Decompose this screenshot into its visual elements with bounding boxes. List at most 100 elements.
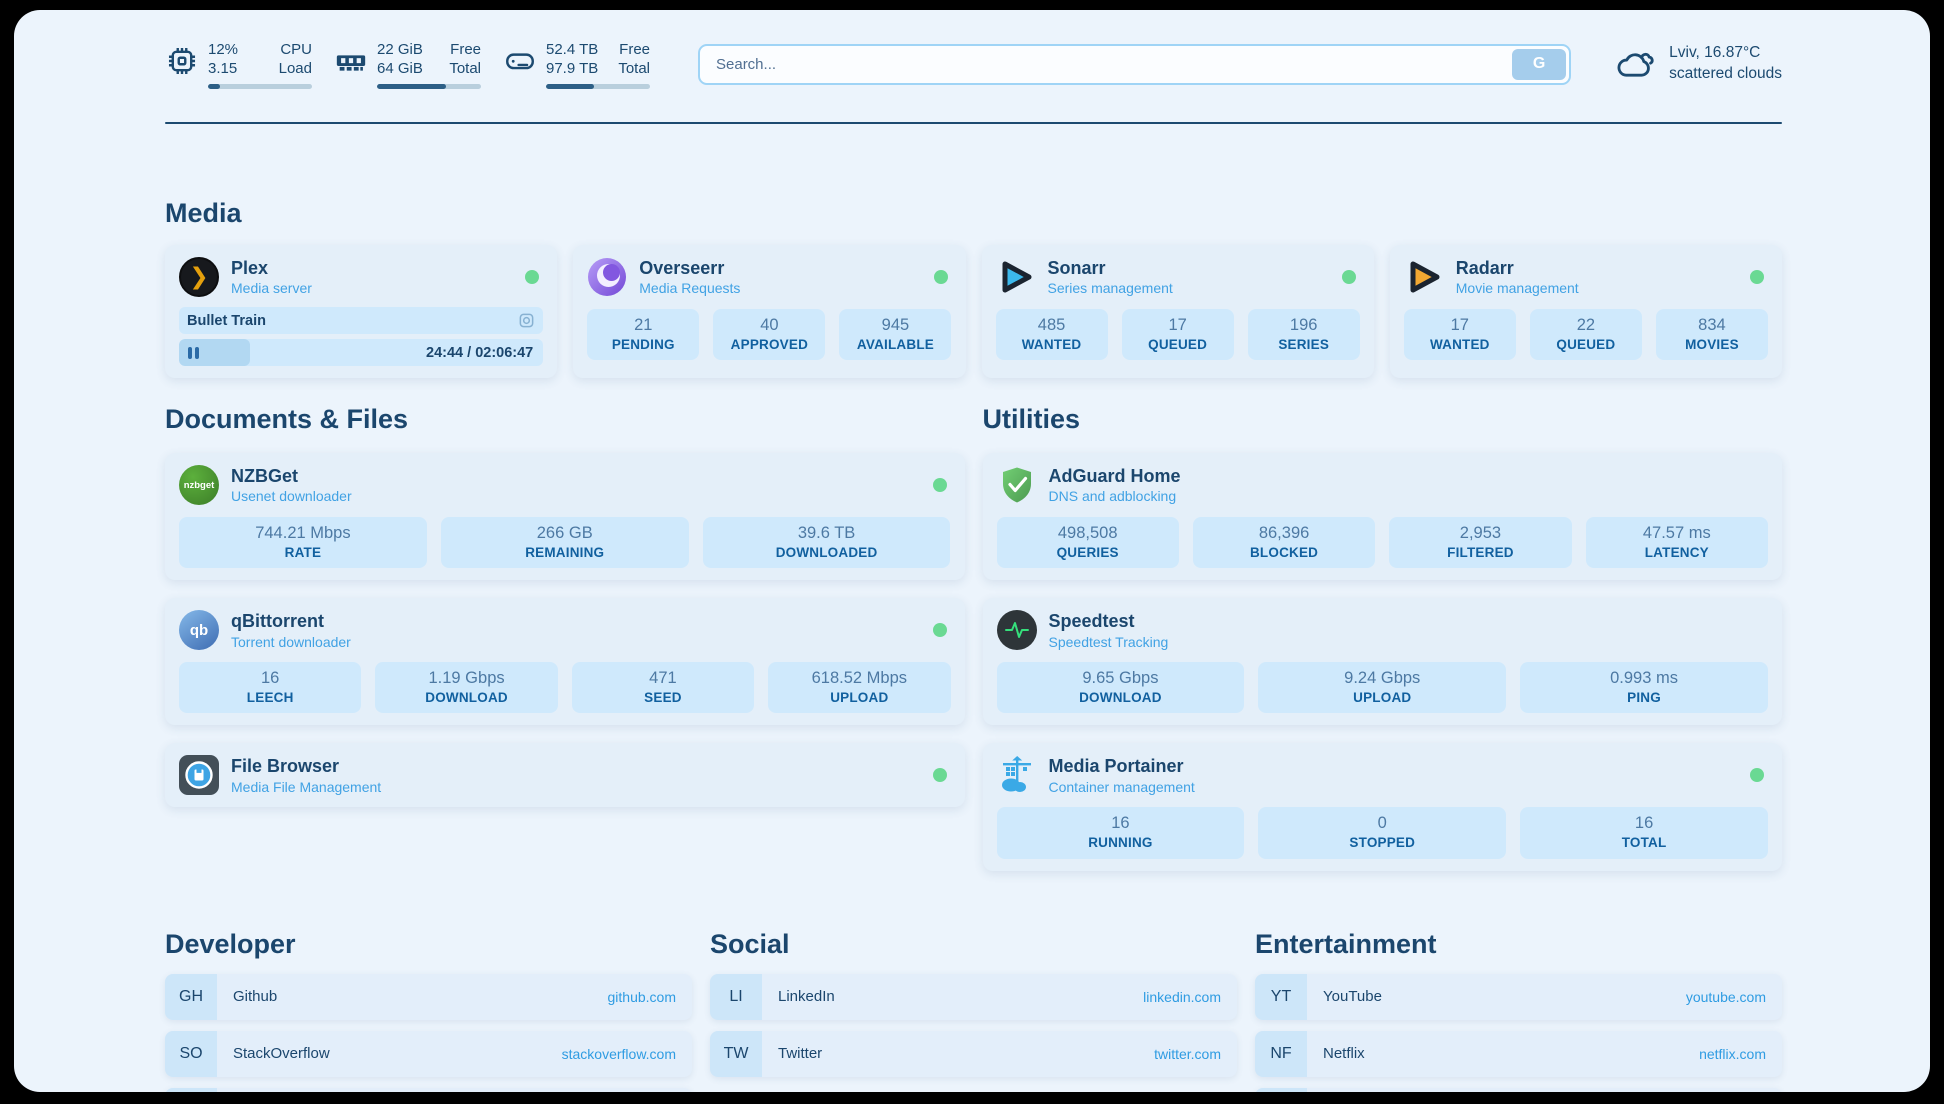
ram-label-2: Total <box>449 59 481 79</box>
app-subtitle: Container management <box>1049 779 1195 795</box>
bookmark-badge: GH <box>165 974 217 1020</box>
cpu-icon <box>165 44 199 78</box>
app-subtitle: Media File Management <box>231 779 381 795</box>
app-subtitle: Media Requests <box>639 280 740 296</box>
bookmark-linkedin[interactable]: LI LinkedIn linkedin.com <box>710 974 1237 1020</box>
status-online-dot <box>1750 270 1764 284</box>
bookmark-url: netflix.com <box>1699 1031 1766 1077</box>
app-card-radarr[interactable]: Radarr Movie management 17WANTED 22QUEUE… <box>1390 245 1782 378</box>
bookmark-url: github.com <box>608 974 676 1020</box>
plex-logo-icon: ❯ <box>179 257 219 297</box>
stat-downloaded: 39.6 TBDOWNLOADED <box>703 517 951 568</box>
app-card-portainer[interactable]: Media Portainer Container management 16R… <box>983 743 1783 870</box>
stat-leech: 16LEECH <box>179 662 361 713</box>
portainer-logo-icon <box>997 755 1037 795</box>
bookmark-name: YouTube <box>1323 974 1382 1020</box>
stat-remaining: 266 GBREMAINING <box>441 517 689 568</box>
stat-rate: 744.21 MbpsRATE <box>179 517 427 568</box>
app-card-qbittorrent[interactable]: qb qBittorrent Torrent downloader 16LEEC… <box>165 598 965 725</box>
stat-pending: 21PENDING <box>587 309 699 360</box>
stat-filtered: 2,953FILTERED <box>1389 517 1571 568</box>
disk-label-2: Total <box>618 59 650 79</box>
app-card-sonarr[interactable]: Sonarr Series management 485WANTED 17QUE… <box>982 245 1374 378</box>
disk-stat: 52.4 TB 97.9 TB Free Total <box>503 40 650 89</box>
app-name: NZBGet <box>231 466 352 487</box>
stat-approved: 40APPROVED <box>713 309 825 360</box>
app-name: Plex <box>231 258 312 279</box>
playback-time: 24:44 / 02:06:47 <box>426 345 533 361</box>
bookmark-dev[interactable]: DT DEV dev.to <box>165 1088 692 1092</box>
app-subtitle: Torrent downloader <box>231 634 351 650</box>
cpu-progress-bar <box>208 84 312 89</box>
app-subtitle: Speedtest Tracking <box>1049 634 1169 650</box>
section-title-utilities: Utilities <box>983 404 1783 435</box>
bookmark-url: dev.to <box>639 1088 676 1092</box>
section-title-media: Media <box>165 198 1782 229</box>
google-search-button[interactable]: G <box>1512 49 1566 80</box>
bookmark-name: DEV <box>233 1088 264 1092</box>
app-name: qBittorrent <box>231 611 351 632</box>
ram-stat: 22 GiB 64 GiB Free Total <box>334 40 481 89</box>
status-online-dot <box>1342 270 1356 284</box>
cpu-label-1: CPU <box>279 40 312 60</box>
bookmark-reddit[interactable]: RE Reddit reddit.com <box>1255 1088 1782 1092</box>
section-title-social: Social <box>710 929 1237 960</box>
search-input[interactable] <box>698 44 1571 85</box>
weather-condition: scattered clouds <box>1669 64 1782 85</box>
playback-progress-row: 24:44 / 02:06:47 <box>179 339 543 366</box>
app-card-filebrowser[interactable]: File Browser Media File Management <box>165 743 965 807</box>
app-name: Overseerr <box>639 258 740 279</box>
bookmark-youtube[interactable]: YT YouTube youtube.com <box>1255 974 1782 1020</box>
bookmark-twitter[interactable]: TW Twitter twitter.com <box>710 1031 1237 1077</box>
cpu-usage: 12% <box>208 40 238 60</box>
cpu-stat: 12% 3.15 CPU Load <box>165 40 312 89</box>
bookmark-netflix[interactable]: NF Netflix netflix.com <box>1255 1031 1782 1077</box>
weather-location-temp: Lviv, 16.87°C <box>1669 43 1782 64</box>
bookmark-stackoverflow[interactable]: SO StackOverflow stackoverflow.com <box>165 1031 692 1077</box>
bookmark-name: Reddit <box>1323 1088 1366 1092</box>
weather-widget: Lviv, 16.87°C scattered clouds <box>1615 43 1782 85</box>
now-playing-row: Bullet Train <box>179 307 543 334</box>
stat-available: 945AVAILABLE <box>839 309 951 360</box>
section-title-documents: Documents & Files <box>165 404 965 435</box>
app-subtitle: Usenet downloader <box>231 488 352 504</box>
stat-queued: 17QUEUED <box>1122 309 1234 360</box>
stat-wanted: 17WANTED <box>1404 309 1516 360</box>
ram-icon <box>334 44 368 78</box>
app-subtitle: Movie management <box>1456 280 1579 296</box>
stat-download: 1.19 GbpsDOWNLOAD <box>375 662 557 713</box>
stat-stopped: 0STOPPED <box>1258 807 1506 858</box>
app-card-speedtest[interactable]: Speedtest Speedtest Tracking 9.65 GbpsDO… <box>983 598 1783 725</box>
stat-ping: 0.993 msPING <box>1520 662 1768 713</box>
ram-label-1: Free <box>449 40 481 60</box>
status-online-dot <box>1750 768 1764 782</box>
speedtest-logo-icon <box>997 610 1037 650</box>
header-divider <box>165 122 1782 124</box>
stat-series: 196SERIES <box>1248 309 1360 360</box>
disk-free: 52.4 TB <box>546 40 598 60</box>
disk-total: 97.9 TB <box>546 59 598 79</box>
stat-queued: 22QUEUED <box>1530 309 1642 360</box>
stat-download: 9.65 GbpsDOWNLOAD <box>997 662 1245 713</box>
filebrowser-logo-icon <box>179 755 219 795</box>
app-card-adguard[interactable]: AdGuard Home DNS and adblocking 498,508Q… <box>983 453 1783 580</box>
app-card-plex[interactable]: ❯ Plex Media server Bullet Train <box>165 245 557 378</box>
stat-queries: 498,508QUERIES <box>997 517 1179 568</box>
stat-blocked: 86,396BLOCKED <box>1193 517 1375 568</box>
ram-free: 22 GiB <box>377 40 423 60</box>
bookmark-badge: RE <box>1255 1088 1307 1092</box>
app-card-overseerr[interactable]: Overseerr Media Requests 21PENDING 40APP… <box>573 245 965 378</box>
bookmark-github[interactable]: GH Github github.com <box>165 974 692 1020</box>
stat-movies: 834MOVIES <box>1656 309 1768 360</box>
app-name: Speedtest <box>1049 611 1169 632</box>
status-online-dot <box>933 478 947 492</box>
stat-total: 16TOTAL <box>1520 807 1768 858</box>
ram-progress-bar <box>377 84 481 89</box>
app-card-nzbget[interactable]: nzbget NZBGet Usenet downloader 744.21 M… <box>165 453 965 580</box>
bookmark-url: stackoverflow.com <box>562 1031 676 1077</box>
app-subtitle: Series management <box>1048 280 1173 296</box>
disk-icon <box>503 44 537 78</box>
status-online-dot <box>933 623 947 637</box>
qbittorrent-logo-icon: qb <box>179 610 219 650</box>
session-icon <box>518 312 535 329</box>
